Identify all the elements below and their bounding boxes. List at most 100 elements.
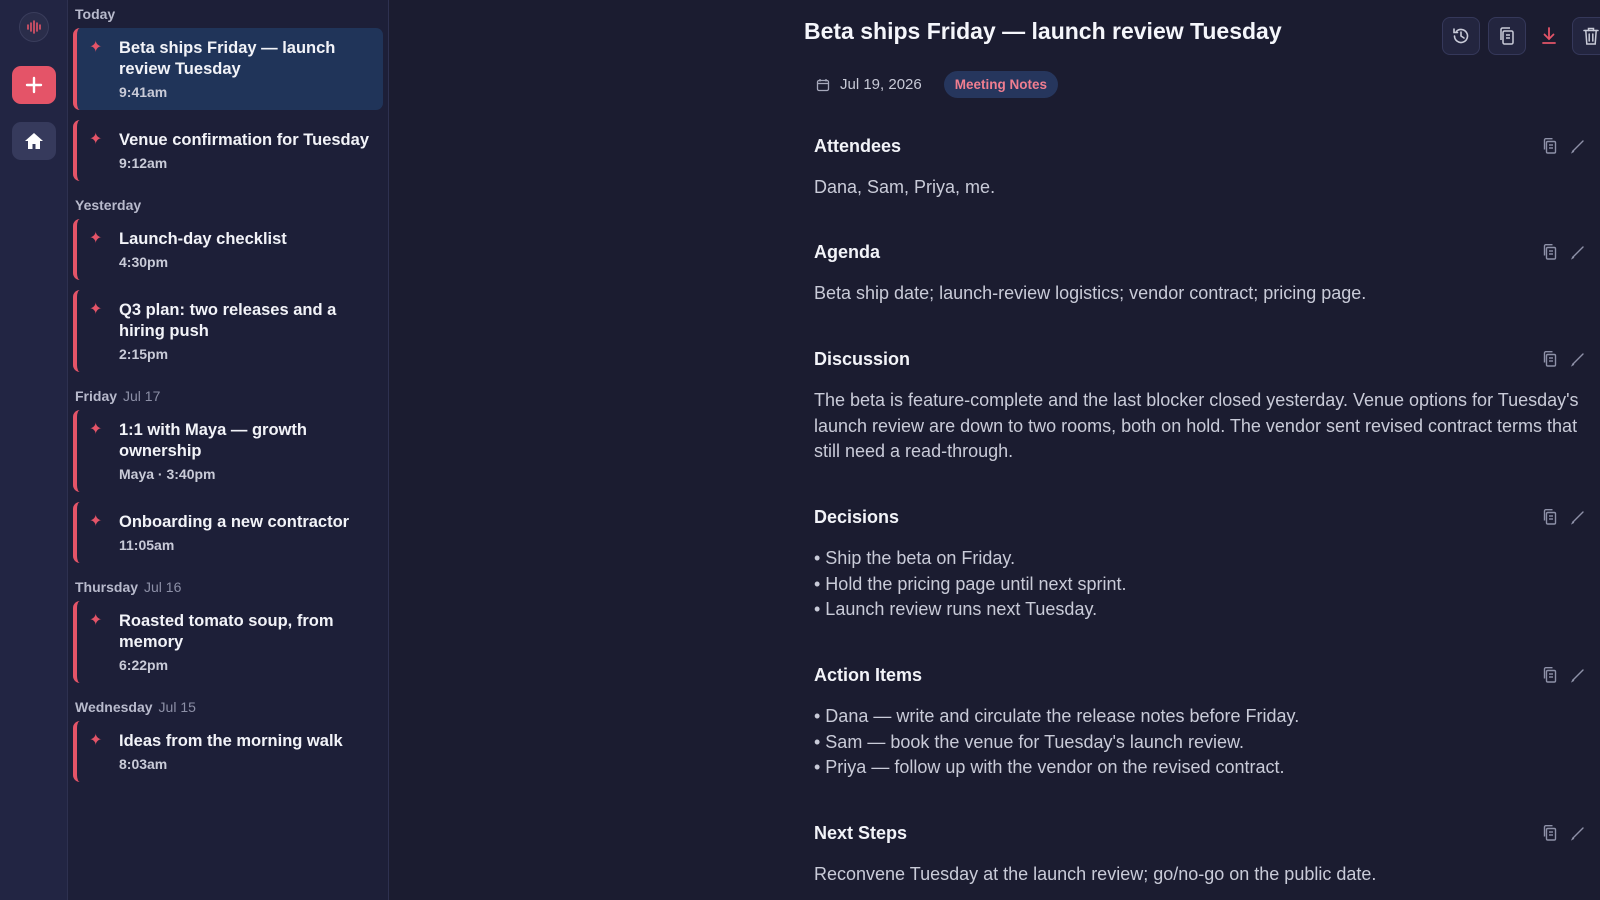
app-window: Today ✦ Beta ships Friday — launch review … [0,0,1600,900]
list-item[interactable]: ✦ Beta ships Friday — launch review Tuesd… [73,28,383,110]
sparkle-icon: ✦ [89,612,103,629]
copy-icon[interactable] [1542,243,1558,261]
list-item-meta: 9:41am [119,84,168,100]
sparkle-icon: ✦ [89,732,103,749]
note-list: Today ✦ Beta ships Friday — launch review … [68,0,389,900]
list-item[interactable]: ✦ Ideas from the morning walk 8:03am [73,721,383,782]
list-item[interactable]: ✦ Roasted tomato soup, from memory 6:22pm [73,601,383,683]
section-line: Reconvene Tuesday at the launch review; … [814,864,1377,884]
copy-document-button[interactable] [1488,17,1526,55]
section-agenda: Agenda Beta ship date; launch-review logi… [814,240,1594,307]
sparkle-icon: ✦ [89,421,103,438]
list-item-title: Roasted tomato soup, from memory [119,612,334,651]
section-title: Next Steps [814,822,908,843]
category-tag[interactable]: Meeting Notes [943,71,1058,98]
edit-pencil-icon[interactable] [1570,667,1586,683]
edit-pencil-icon[interactable] [1570,509,1586,525]
copy-icon[interactable] [1542,508,1558,526]
section-body: The beta is feature-complete and the las… [814,388,1594,465]
list-item-title: 1:1 with Maya — growth ownership [119,421,307,460]
group-header: Thursday Jul 16 [73,573,383,601]
list-item[interactable]: ✦ Venue confirmation for Tuesday 9:12am [73,120,383,181]
section-line: • Sam — book the venue for Tuesday's lau… [814,731,1244,752]
copy-icon[interactable] [1542,350,1558,368]
document-date: Jul 19, 2026 [840,76,922,93]
section-next-steps: Next Steps Reconvene Tuesday at the launc… [814,821,1594,888]
edit-pencil-icon[interactable] [1570,825,1586,841]
new-note-button[interactable] [11,66,56,104]
download-icon [1542,27,1556,44]
group-date: Jul 17 [123,388,161,404]
list-item-meta: 9:12am [119,155,168,171]
section-line: • Priya — follow up with the vendor on t… [814,757,1285,777]
section-tools [1542,666,1594,684]
home-button[interactable] [11,122,56,160]
plus-icon [25,76,42,94]
list-item-title: Launch-day checklist [119,230,287,248]
section-title: Agenda [814,241,881,262]
calendar-icon [816,78,830,91]
section-body: Reconvene Tuesday at the launch review; … [814,862,1594,888]
copy-icon[interactable] [1542,824,1558,842]
section-action-items: Action Items • Dana — write and circulate… [814,663,1594,781]
group-header: Wednesday Jul 15 [73,693,383,721]
edit-pencil-icon[interactable] [1570,138,1586,154]
section-decisions: Decisions • Ship the beta on Friday. • Hol… [814,505,1594,623]
copy-icon[interactable] [1542,666,1558,684]
section-header: Next Steps [814,821,1594,845]
sparkle-icon: ✦ [89,131,103,148]
section-discussion: Discussion The beta is feature-complete a… [814,347,1594,465]
section-tools [1542,243,1594,261]
copy-icon[interactable] [1542,137,1558,155]
section-header: Attendees [814,134,1594,158]
sparkle-icon: ✦ [89,513,103,530]
section-header: Decisions [814,505,1594,529]
app-rail [0,0,68,900]
home-icon [24,133,43,149]
section-header: Action Items [814,663,1594,687]
group-date: Jul 16 [144,579,182,595]
list-item[interactable]: ✦ Onboarding a new contractor 11:05am [73,502,383,563]
section-line: • Ship the beta on Friday. [814,548,1016,568]
edit-pencil-icon[interactable] [1570,351,1586,367]
list-item-title: Venue confirmation for Tuesday [119,131,369,149]
section-title: Discussion [814,348,911,369]
section-body: Dana, Sam, Priya, me. [814,175,1594,201]
history-button[interactable] [1442,17,1480,55]
waveform-logo-icon [18,12,49,42]
copy-icon [1500,27,1514,45]
list-item[interactable]: ✦ Q3 plan: two releases and a hiring push… [73,290,383,372]
section-body: • Ship the beta on Friday. • Hold the pri… [814,546,1594,623]
section-body: • Dana — write and circulate the release… [814,704,1594,781]
section-tools [1542,350,1594,368]
download-button[interactable] [1534,17,1564,55]
section-title: Action Items [814,664,923,685]
section-tools [1542,508,1594,526]
delete-button[interactable] [1572,17,1600,55]
sparkle-icon: ✦ [89,39,103,56]
section-line: The beta is feature-complete and the las… [814,390,1579,461]
list-item-meta: 8:03am [119,756,168,772]
list-item-title: Q3 plan: two releases and a hiring push [119,301,337,340]
list-item-meta: Maya · 3:40pm [119,466,216,482]
group-label: Friday [75,388,118,404]
group-header: Today [73,0,383,28]
document-view: Beta ships Friday — launch review Tuesda… [389,0,1600,900]
list-item-meta: 6:22pm [119,657,169,673]
section-header: Discussion [814,347,1594,371]
group-label: Thursday [75,579,139,595]
group-label: Yesterday [75,197,142,213]
section-body: Beta ship date; launch-review logistics;… [814,281,1594,307]
group-label: Wednesday [75,699,153,715]
section-line: • Dana — write and circulate the release… [814,706,1300,726]
list-item-title: Beta ships Friday — launch review Tuesda… [119,39,336,78]
section-tools [1542,824,1594,842]
list-item-meta: 4:30pm [119,254,169,270]
list-item[interactable]: ✦ 1:1 with Maya — growth ownership Maya · … [73,410,383,492]
document-toolbar [1442,17,1600,55]
list-item[interactable]: ✦ Launch-day checklist 4:30pm [73,219,383,280]
section-line: Dana, Sam, Priya, me. [814,177,996,197]
document-meta: Jul 19, 2026 Meeting Notes [816,71,1058,98]
section-line: • Hold the pricing page until next sprin… [814,573,1127,594]
edit-pencil-icon[interactable] [1570,244,1586,260]
